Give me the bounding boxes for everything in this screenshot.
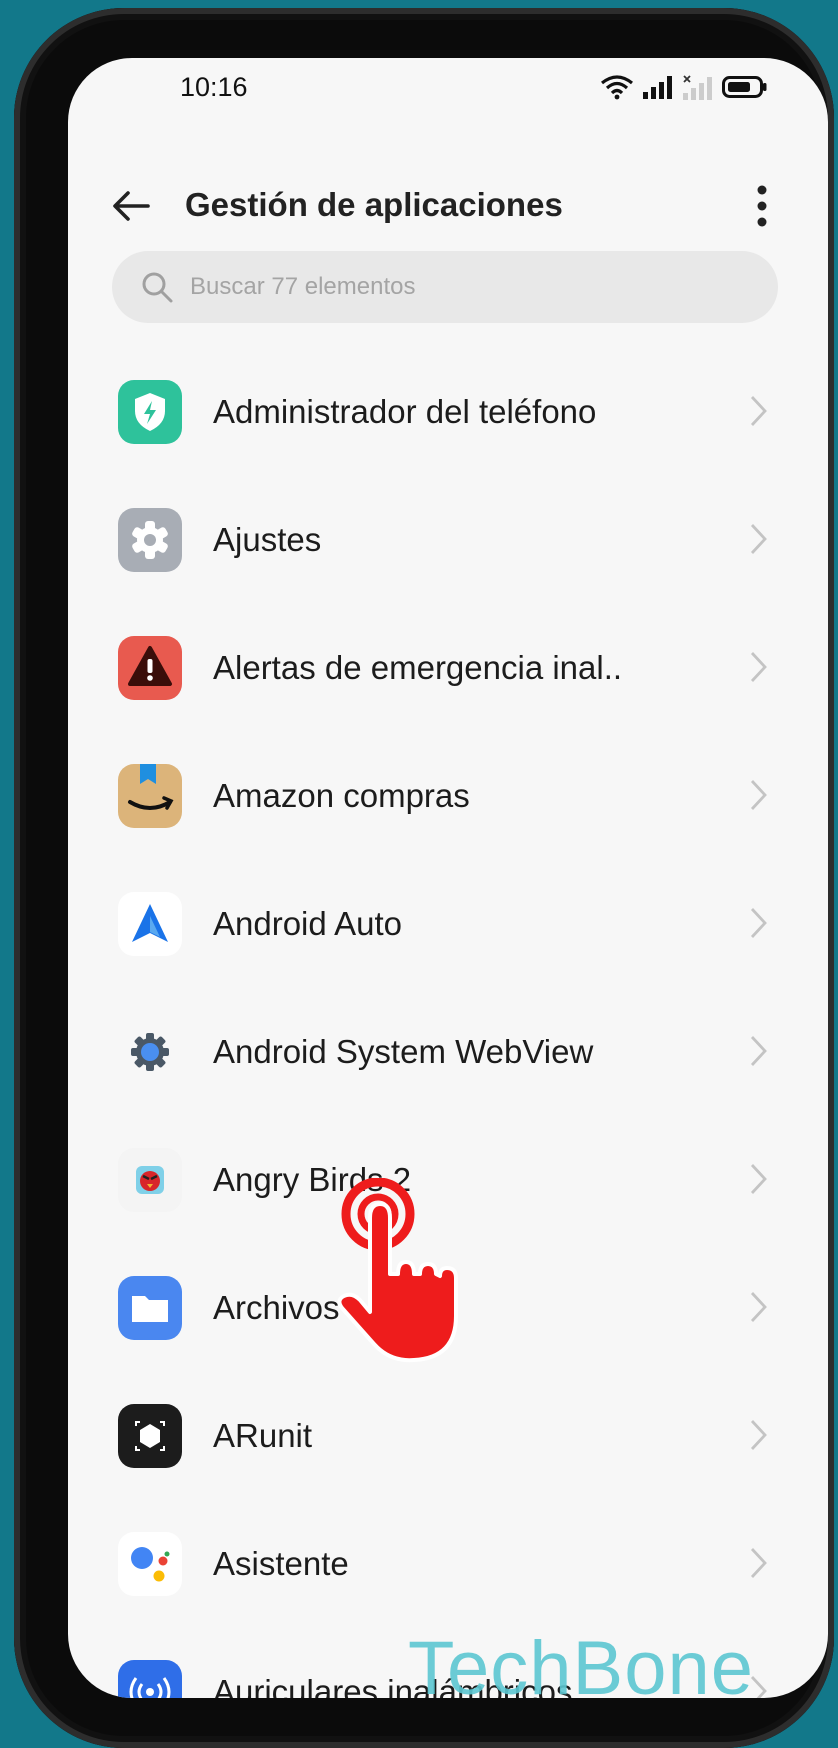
phone-screen: 10:16 Gestión de aplicaciones Buscar 77 … <box>68 58 828 1698</box>
webview-gear-icon <box>118 1020 182 1084</box>
tap-indicator-hand-icon <box>337 1178 458 1363</box>
app-label: Archivos <box>213 1289 340 1326</box>
more-options-button[interactable] <box>744 176 780 236</box>
chevron-right-icon <box>750 396 767 426</box>
app-row-android-auto[interactable]: Android Auto <box>68 860 828 988</box>
app-bar: Gestión de aplicaciones <box>68 168 828 248</box>
chevron-right-icon <box>750 908 767 938</box>
chevron-right-icon <box>750 780 767 810</box>
battery-icon <box>722 76 767 98</box>
status-time: 10:16 <box>180 72 248 102</box>
android-auto-icon <box>118 892 182 956</box>
settings-gear-icon <box>118 508 182 572</box>
app-label: Android Auto <box>213 905 402 942</box>
app-label: Alertas de emergencia inal.. <box>213 649 623 686</box>
app-label: Administrador del teléfono <box>213 393 597 430</box>
app-row-ajustes[interactable]: Ajustes <box>68 476 828 604</box>
angry-birds-icon <box>118 1148 182 1212</box>
chevron-right-icon <box>750 524 767 554</box>
app-label: Android System WebView <box>213 1033 594 1070</box>
app-label: ARunit <box>213 1417 313 1454</box>
app-label: Asistente <box>213 1545 349 1582</box>
app-label: Ajustes <box>213 521 322 558</box>
app-label: Amazon compras <box>213 777 470 814</box>
app-row-arunit[interactable]: ARunit <box>68 1372 828 1500</box>
phone-manager-icon <box>118 380 182 444</box>
arunit-icon <box>118 1404 182 1468</box>
status-icons <box>600 74 768 100</box>
app-row-asistente[interactable]: Asistente <box>68 1500 828 1628</box>
signal-strength-icon <box>643 76 672 99</box>
emergency-alert-icon <box>118 636 182 700</box>
back-button[interactable] <box>104 178 160 234</box>
phone-frame: 10:16 Gestión de aplicaciones Buscar 77 … <box>14 8 834 1748</box>
wifi-icon <box>601 75 633 100</box>
search-input[interactable] <box>188 272 752 302</box>
wireless-earphones-icon <box>118 1660 182 1698</box>
app-row-alertas-de-emergencia[interactable]: Alertas de emergencia inal.. <box>68 604 828 732</box>
app-row-amazon-compras[interactable]: Amazon compras <box>68 732 828 860</box>
status-bar: 10:16 <box>68 58 828 138</box>
page-title: Gestión de aplicaciones <box>185 186 563 223</box>
chevron-right-icon <box>750 1164 767 1194</box>
app-list: Administrador del teléfono Ajustes Alert… <box>68 348 828 1698</box>
search-bar[interactable] <box>112 251 778 323</box>
chevron-right-icon <box>750 652 767 682</box>
app-row-administrador-del-telefono[interactable]: Administrador del teléfono <box>68 348 828 476</box>
chevron-right-icon <box>750 1292 767 1322</box>
chevron-right-icon <box>750 1548 767 1578</box>
signal-no-service-icon <box>683 75 712 100</box>
app-row-android-system-webview[interactable]: Android System WebView <box>68 988 828 1116</box>
watermark: TechBone <box>408 1626 755 1711</box>
google-assistant-icon <box>118 1532 182 1596</box>
chevron-right-icon <box>750 1036 767 1066</box>
chevron-right-icon <box>750 1420 767 1450</box>
amazon-shopping-icon <box>118 764 182 828</box>
search-icon <box>142 272 173 303</box>
folder-icon <box>118 1276 182 1340</box>
